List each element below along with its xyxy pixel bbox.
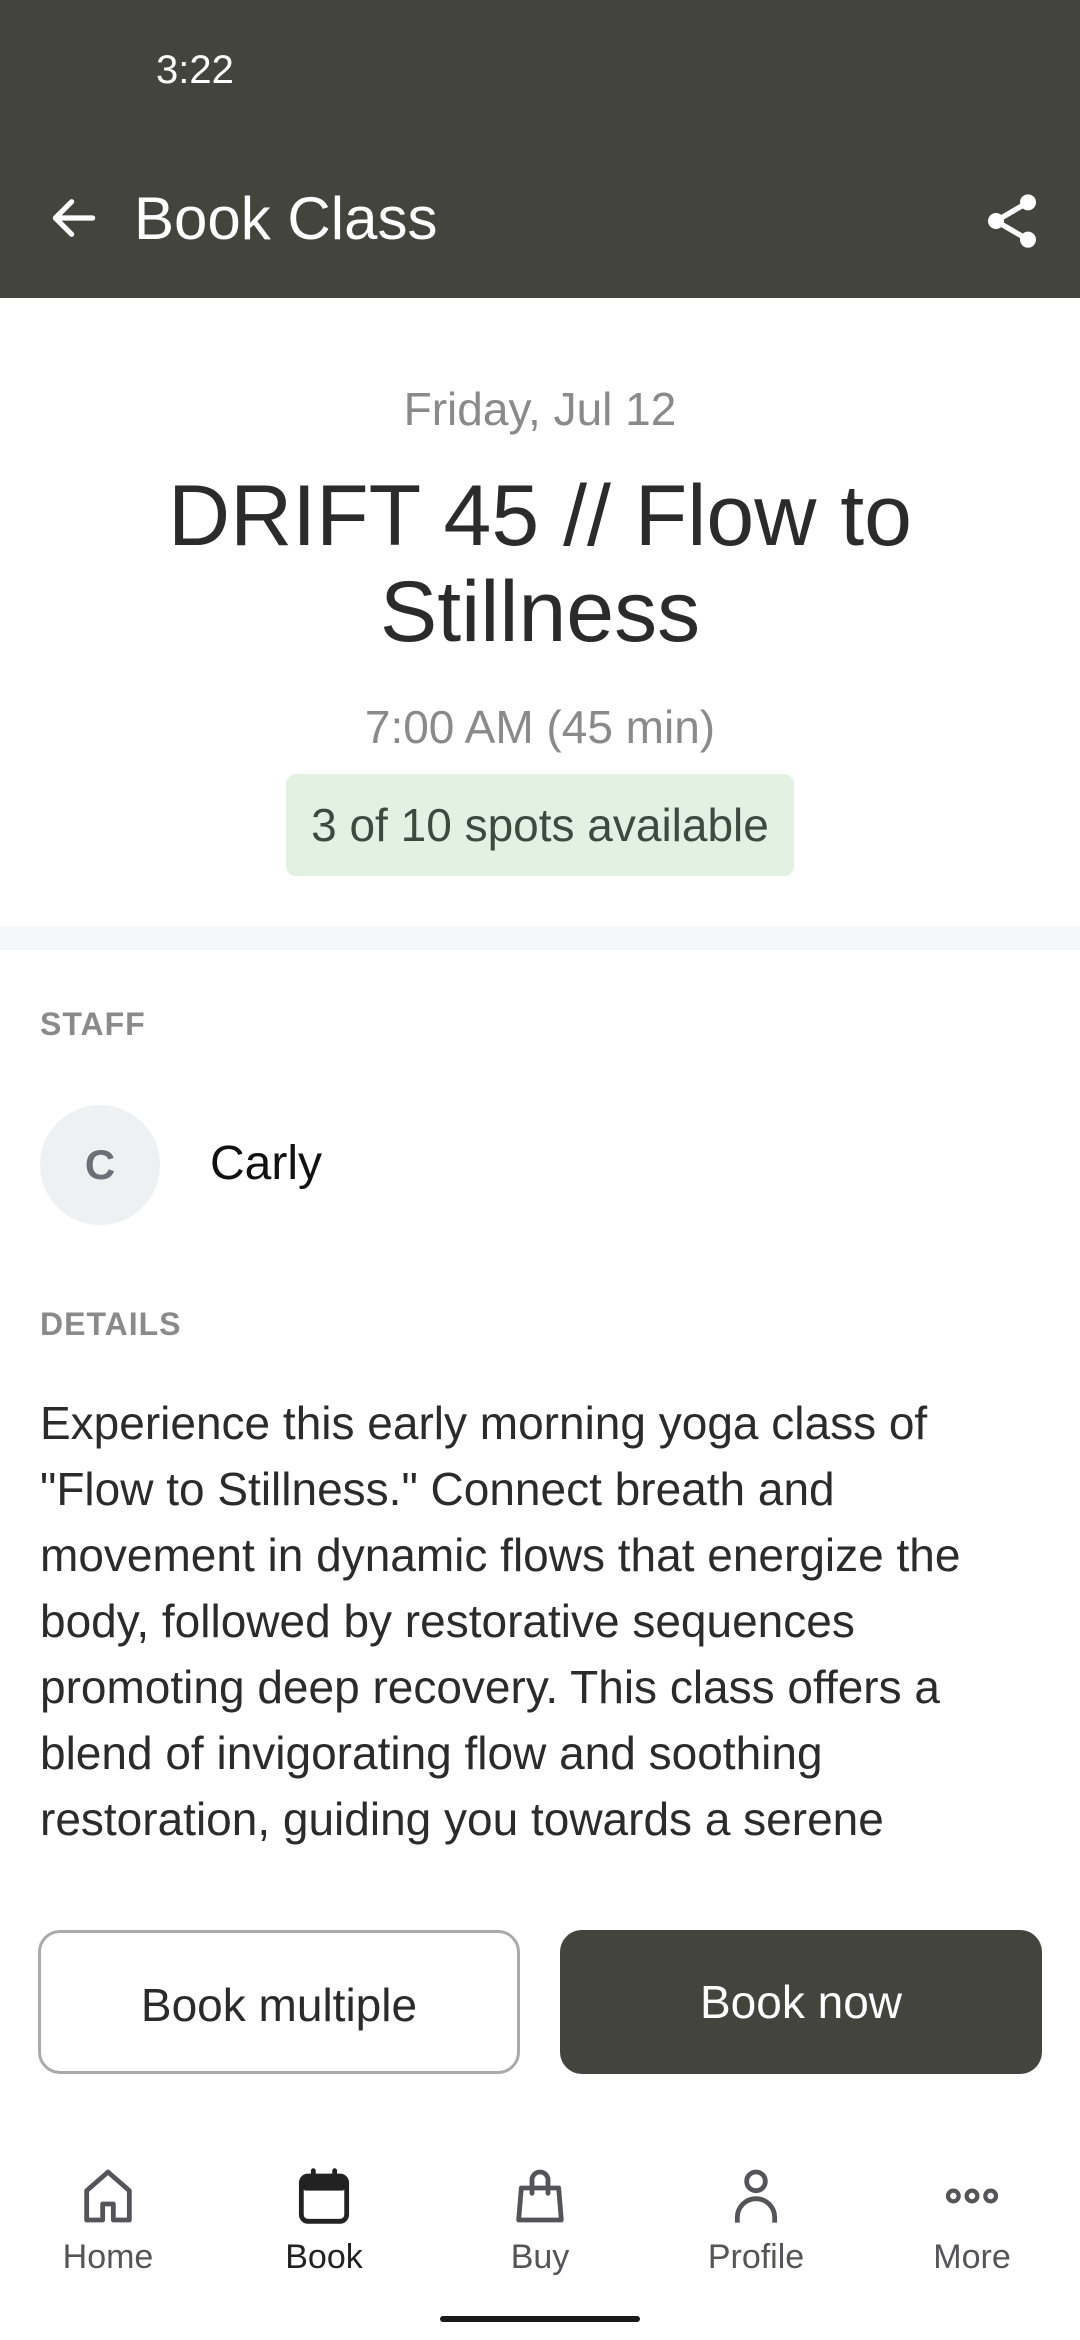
person-icon — [734, 2169, 778, 2223]
nav-item-more[interactable]: More — [864, 2150, 1080, 2280]
staff-name[interactable]: Carly — [210, 1136, 322, 1191]
nav-label-profile: Profile — [707, 2238, 805, 2276]
section-divider — [0, 926, 1080, 950]
nav-item-book[interactable]: Book — [216, 2150, 432, 2280]
nav-label-more: More — [933, 2238, 1011, 2276]
class-name: DRIFT 45 // Flow to Stillness — [168, 468, 912, 660]
nav-label-home: Home — [62, 2238, 154, 2276]
class-summary: Friday, Jul 12 DRIFT 45 // Flow to Still… — [0, 298, 1080, 926]
staff-section-label: STAFF — [40, 1006, 146, 1042]
class-description: Experience this early morning yoga class… — [40, 1397, 961, 1845]
share-icon[interactable] — [980, 188, 1044, 254]
class-time: 7:00 AM (45 min) — [364, 701, 716, 753]
nav-label-book: Book — [285, 2238, 363, 2276]
nav-item-buy[interactable]: Buy — [432, 2150, 648, 2280]
more-dots-icon — [945, 2188, 999, 2204]
gesture-home-bar[interactable] — [440, 2316, 640, 2322]
book-now-button[interactable]: Book now — [560, 1930, 1042, 2074]
page-title: Book Class — [134, 185, 438, 252]
staff-avatar[interactable]: C — [40, 1105, 160, 1225]
class-date: Friday, Jul 12 — [403, 383, 677, 435]
calendar-icon — [298, 2168, 350, 2224]
status-time: 3:22 — [156, 48, 234, 92]
spots-available-badge: 3 of 10 spots available — [286, 774, 794, 876]
home-icon — [84, 2169, 132, 2223]
nav-item-profile[interactable]: Profile — [648, 2150, 864, 2280]
bottom-navigation: Home Book Buy Profile More — [0, 2150, 1080, 2300]
app-header: 3:22 Book Class — [0, 0, 1080, 298]
nav-label-buy: Buy — [510, 2238, 570, 2276]
arrow-left-icon[interactable] — [46, 190, 102, 246]
nav-item-home[interactable]: Home — [0, 2150, 216, 2280]
book-multiple-button[interactable]: Book multiple — [38, 1930, 520, 2074]
details-section-label: DETAILS — [40, 1306, 182, 1342]
shopping-bag-icon — [516, 2169, 564, 2223]
